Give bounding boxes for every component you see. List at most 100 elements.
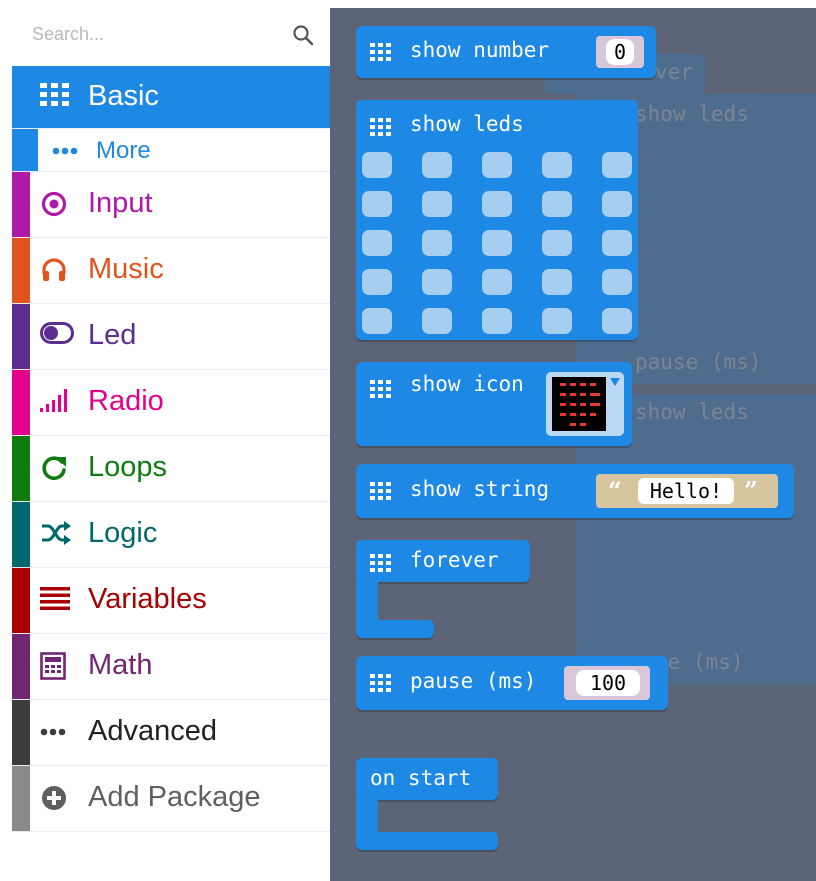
- ghost-show-leds-text-2: show leds: [635, 400, 749, 424]
- number-slot[interactable]: 0: [596, 36, 644, 68]
- led-cell[interactable]: [422, 191, 452, 217]
- blocks-workspace[interactable]: ver show leds pause (ms) show leds se (m…: [330, 8, 816, 881]
- shuffle-icon: [40, 520, 72, 546]
- led-cell[interactable]: [482, 152, 512, 178]
- category-math[interactable]: Math: [12, 634, 330, 700]
- heart-icon: [552, 377, 606, 431]
- target-icon: [40, 190, 72, 218]
- led-cell[interactable]: [542, 152, 572, 178]
- led-cell[interactable]: [602, 191, 632, 217]
- category-logic[interactable]: Logic: [12, 502, 330, 568]
- led-cell[interactable]: [542, 191, 572, 217]
- dropdown-arrow-icon[interactable]: [610, 378, 620, 386]
- led-cell[interactable]: [482, 308, 512, 334]
- led-cell[interactable]: [482, 269, 512, 295]
- led-cell[interactable]: [602, 269, 632, 295]
- category-label: Logic: [88, 517, 158, 549]
- led-matrix[interactable]: [362, 152, 632, 334]
- category-radio[interactable]: Radio: [12, 370, 330, 436]
- toggle-icon: [40, 322, 74, 344]
- category-variables[interactable]: Variables: [12, 568, 330, 634]
- search-input[interactable]: Search...: [32, 24, 104, 45]
- pause-label: pause (ms): [410, 669, 537, 693]
- pause-block[interactable]: pause (ms) 100: [356, 656, 668, 710]
- grid-icon: [370, 43, 391, 61]
- show-leds-block[interactable]: show leds: [356, 100, 638, 340]
- calculator-icon: [40, 652, 72, 680]
- category-led[interactable]: Led: [12, 304, 330, 370]
- show-string-label: show string: [410, 477, 550, 501]
- string-slot[interactable]: “ Hello! ”: [596, 474, 778, 508]
- category-label: Radio: [88, 385, 164, 417]
- pause-slot[interactable]: 100: [564, 666, 650, 700]
- category-color-bar: [12, 634, 30, 699]
- led-cell[interactable]: [482, 191, 512, 217]
- led-cell[interactable]: [422, 308, 452, 334]
- led-cell[interactable]: [482, 230, 512, 256]
- category-music[interactable]: Music: [12, 238, 330, 304]
- ghost-forever-text: ver: [655, 60, 693, 84]
- led-cell[interactable]: [602, 308, 632, 334]
- category-advanced[interactable]: Advanced: [12, 700, 330, 766]
- category-label: Input: [88, 187, 153, 219]
- category-color-bar: [12, 766, 30, 831]
- led-cell[interactable]: [422, 230, 452, 256]
- category-color-bar: [12, 568, 30, 633]
- forever-block[interactable]: forever: [356, 540, 530, 640]
- led-cell[interactable]: [422, 269, 452, 295]
- forever-bottom: [356, 620, 434, 638]
- category-input[interactable]: Input: [12, 172, 330, 238]
- category-loops[interactable]: Loops: [12, 436, 330, 502]
- ghost-pause-text-2: se (ms): [655, 650, 744, 674]
- led-cell[interactable]: [362, 269, 392, 295]
- show-leds-label: show leds: [410, 112, 524, 136]
- forever-label: forever: [410, 548, 499, 572]
- category-color-bar: [12, 66, 30, 128]
- show-string-block[interactable]: show string “ Hello! ”: [356, 464, 794, 518]
- category-label: Add Package: [88, 781, 261, 813]
- pause-value[interactable]: 100: [576, 670, 640, 696]
- show-number-label: show number: [410, 38, 550, 62]
- grid-icon: [370, 380, 391, 398]
- led-cell[interactable]: [362, 152, 392, 178]
- led-cell[interactable]: [602, 230, 632, 256]
- toolbox-sidebar: Search... Basic More Input Music Led Radio Loo…: [12, 8, 330, 881]
- on-start-bottom: [356, 832, 498, 850]
- category-label: Math: [88, 649, 153, 681]
- grid-icon: [370, 482, 391, 500]
- led-cell[interactable]: [542, 269, 572, 295]
- icon-picker-dropdown[interactable]: [546, 372, 624, 436]
- led-cell[interactable]: [542, 230, 572, 256]
- category-label: Basic: [88, 80, 159, 112]
- ghost-show-leds-text: show leds: [635, 102, 749, 126]
- category-more[interactable]: More: [12, 129, 330, 172]
- string-value[interactable]: Hello!: [638, 478, 734, 504]
- search-icon[interactable]: [292, 24, 314, 46]
- category-color-bar: [12, 700, 30, 765]
- category-label: Variables: [88, 583, 207, 615]
- dots-icon: [52, 147, 84, 155]
- grid-icon: [370, 674, 391, 692]
- led-cell[interactable]: [362, 191, 392, 217]
- led-cell[interactable]: [542, 308, 572, 334]
- ghost-pause-text: pause (ms): [635, 350, 762, 374]
- headphones-icon: [40, 256, 72, 284]
- category-color-bar: [12, 304, 30, 369]
- category-add-package[interactable]: Add Package: [12, 766, 330, 832]
- led-cell[interactable]: [422, 152, 452, 178]
- category-color-bar: [12, 238, 30, 303]
- category-color-bar: [12, 502, 30, 567]
- show-icon-block[interactable]: show icon: [356, 362, 632, 446]
- led-cell[interactable]: [602, 152, 632, 178]
- on-start-block[interactable]: on start: [356, 758, 498, 852]
- led-cell[interactable]: [362, 230, 392, 256]
- search-box[interactable]: Search...: [12, 8, 330, 67]
- category-color-bar: [12, 129, 38, 171]
- show-number-block[interactable]: show number 0: [356, 26, 656, 78]
- dots-icon: [40, 728, 72, 736]
- category-label: Loops: [88, 451, 168, 483]
- category-basic[interactable]: Basic: [12, 66, 330, 129]
- number-value[interactable]: 0: [606, 39, 634, 65]
- category-label: Music: [88, 253, 164, 285]
- led-cell[interactable]: [362, 308, 392, 334]
